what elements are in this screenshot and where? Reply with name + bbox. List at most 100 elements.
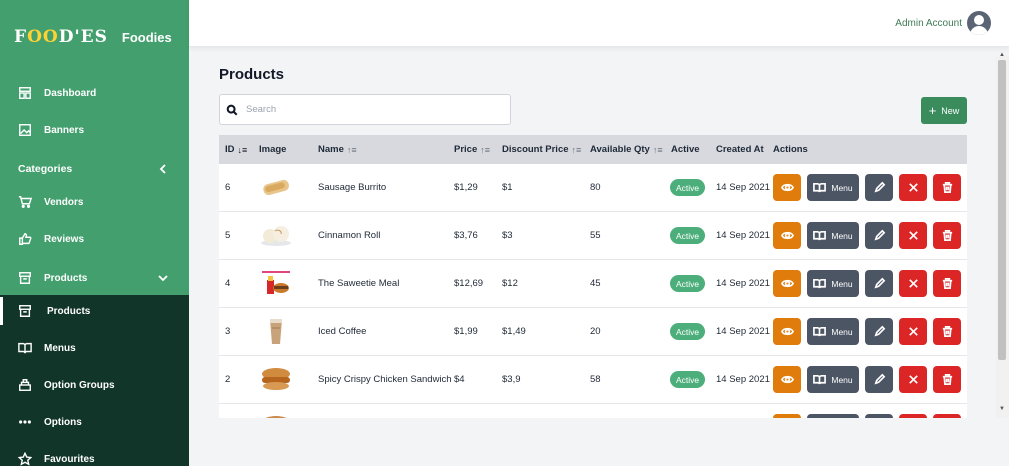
eye-icon bbox=[780, 327, 794, 336]
page-title: Products bbox=[219, 66, 285, 83]
sidebar-item-favourites[interactable]: Favourites bbox=[0, 445, 189, 466]
col-name[interactable]: Name ↑≡ bbox=[318, 144, 357, 155]
book-icon bbox=[0, 341, 44, 355]
cell-discount: $12 bbox=[502, 278, 518, 289]
sidebar-item-options[interactable]: Options bbox=[0, 408, 189, 436]
top-header: Admin Account bbox=[189, 0, 1009, 47]
pencil-icon bbox=[873, 229, 885, 241]
delete-button[interactable] bbox=[933, 366, 961, 393]
menu-button[interactable]: Menu bbox=[807, 366, 859, 393]
sidebar-item-reviews[interactable]: Reviews bbox=[0, 225, 189, 253]
cell-id: 4 bbox=[225, 278, 231, 289]
deactivate-button[interactable] bbox=[899, 366, 927, 393]
trash-icon bbox=[942, 326, 952, 337]
sort-icon: ↑≡ bbox=[571, 144, 582, 155]
sidebar-item-products[interactable]: Products bbox=[0, 297, 189, 325]
book-icon bbox=[813, 182, 827, 193]
menu-button[interactable]: Menu bbox=[807, 270, 859, 297]
status-badge: Active bbox=[670, 179, 706, 196]
book-icon bbox=[813, 374, 827, 385]
view-button[interactable] bbox=[773, 270, 801, 297]
view-button[interactable] bbox=[773, 222, 801, 249]
chevron-left-icon bbox=[157, 163, 169, 175]
sidebar-item-label: Favourites bbox=[44, 453, 95, 465]
avatar[interactable] bbox=[967, 11, 991, 35]
view-button[interactable] bbox=[773, 318, 801, 345]
close-icon bbox=[908, 375, 918, 384]
cell-qty: 55 bbox=[590, 230, 601, 241]
close-icon bbox=[908, 279, 918, 288]
layers-icon bbox=[0, 378, 44, 392]
edit-button[interactable] bbox=[865, 366, 893, 393]
search-box[interactable] bbox=[219, 94, 511, 125]
scrollbar-thumb[interactable] bbox=[998, 60, 1006, 360]
pencil-icon bbox=[873, 325, 885, 337]
new-button-label: New bbox=[941, 105, 960, 116]
close-icon bbox=[908, 183, 918, 192]
menu-button[interactable]: Menu bbox=[807, 318, 859, 345]
book-icon bbox=[813, 326, 827, 337]
archive-icon bbox=[3, 304, 47, 318]
sort-desc-icon: ↓≡ bbox=[237, 144, 248, 155]
sidebar-item-label: Dashboard bbox=[44, 87, 97, 99]
sidebar-item-categories[interactable]: Categories bbox=[0, 155, 189, 183]
sidebar-item-label: Products bbox=[44, 272, 88, 284]
col-qty[interactable]: Available Qty ↑≡ bbox=[590, 144, 663, 155]
col-actions: Actions bbox=[773, 144, 808, 155]
col-price[interactable]: Price ↑≡ bbox=[454, 144, 490, 155]
col-label: Discount Price bbox=[502, 144, 569, 155]
deactivate-button[interactable] bbox=[899, 174, 927, 201]
delete-button[interactable] bbox=[933, 174, 961, 201]
book-icon bbox=[813, 230, 827, 241]
account-label[interactable]: Admin Account bbox=[895, 18, 962, 29]
deactivate-button[interactable] bbox=[899, 222, 927, 249]
deactivate-button[interactable] bbox=[899, 318, 927, 345]
sidebar-item-banners[interactable]: Banners bbox=[0, 116, 189, 144]
cell-discount: $3,9 bbox=[502, 374, 521, 385]
edit-button[interactable] bbox=[865, 318, 893, 345]
view-button[interactable] bbox=[773, 174, 801, 201]
scroll-down-arrow-icon[interactable]: ▼ bbox=[999, 406, 1005, 412]
content-bottom bbox=[189, 418, 1009, 466]
sidebar-item-dashboard[interactable]: Dashboard bbox=[0, 79, 189, 107]
search-input[interactable] bbox=[246, 104, 496, 115]
menu-button-label: Menu bbox=[831, 182, 853, 193]
edit-button[interactable] bbox=[865, 222, 893, 249]
delete-button[interactable] bbox=[933, 270, 961, 297]
sidebar-item-label: Products bbox=[47, 305, 91, 317]
thumbs-up-icon bbox=[0, 232, 44, 246]
col-created: Created At bbox=[716, 144, 764, 155]
col-label: Available Qty bbox=[590, 144, 650, 155]
delete-button[interactable] bbox=[933, 222, 961, 249]
table-row: 4 The Saweetie Meal $12,69 $12 45 Active… bbox=[219, 260, 967, 308]
cell-created: 14 Sep 2021 bbox=[716, 374, 770, 385]
delete-button[interactable] bbox=[933, 318, 961, 345]
sidebar-item-label: Option Groups bbox=[44, 379, 115, 391]
cell-created: 14 Sep 2021 bbox=[716, 278, 770, 289]
sidebar-item-label: Vendors bbox=[44, 196, 84, 208]
edit-button[interactable] bbox=[865, 174, 893, 201]
new-product-button[interactable]: + New bbox=[921, 97, 967, 124]
menu-button-label: Menu bbox=[831, 230, 853, 241]
col-id[interactable]: ID ↓≡ bbox=[225, 144, 247, 155]
deactivate-button[interactable] bbox=[899, 270, 927, 297]
cart-icon bbox=[0, 195, 44, 209]
view-button[interactable] bbox=[773, 366, 801, 393]
chevron-down-icon bbox=[157, 272, 169, 284]
sidebar-item-vendors[interactable]: Vendors bbox=[0, 188, 189, 216]
star-icon bbox=[0, 452, 44, 466]
menu-button[interactable]: Menu bbox=[807, 222, 859, 249]
sidebar-item-menus[interactable]: Menus bbox=[0, 334, 189, 362]
col-discount[interactable]: Discount Price ↑≡ bbox=[502, 144, 581, 155]
trash-icon bbox=[942, 374, 952, 385]
sidebar-item-products-group[interactable]: Products bbox=[0, 264, 189, 292]
archive-icon bbox=[0, 271, 44, 285]
menu-button-label: Menu bbox=[831, 278, 853, 289]
sidebar-item-option-groups[interactable]: Option Groups bbox=[0, 371, 189, 399]
pencil-icon bbox=[873, 373, 885, 385]
scroll-up-arrow-icon[interactable]: ▲ bbox=[999, 52, 1005, 58]
menu-button[interactable]: Menu bbox=[807, 174, 859, 201]
edit-button[interactable] bbox=[865, 270, 893, 297]
brand[interactable]: FOOD'ES Foodies bbox=[14, 22, 172, 52]
cell-price: $12,69 bbox=[454, 278, 484, 289]
